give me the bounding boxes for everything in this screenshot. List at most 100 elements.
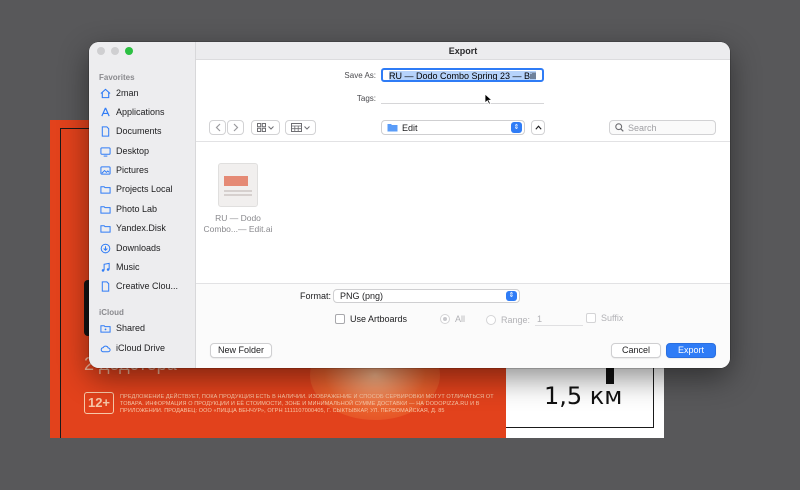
range-radio[interactable] bbox=[486, 315, 496, 325]
sidebar-item-label: Desktop bbox=[116, 146, 150, 156]
favorites-header: Favorites bbox=[99, 73, 135, 82]
document-icon bbox=[101, 280, 110, 292]
all-radio[interactable] bbox=[440, 314, 450, 324]
desktop-icon bbox=[100, 146, 111, 157]
sidebar-item-label: Yandex.Disk bbox=[116, 223, 166, 233]
export-button[interactable]: Export bbox=[666, 343, 716, 358]
home-icon bbox=[100, 88, 111, 98]
forward-button[interactable] bbox=[227, 120, 244, 135]
sidebar-item-downloads[interactable]: Downloads bbox=[100, 240, 161, 256]
sidebar-item-yandex-disk[interactable]: Yandex.Disk bbox=[100, 220, 166, 236]
sidebar-item-desktop[interactable]: Desktop bbox=[100, 143, 149, 159]
mouse-cursor-icon bbox=[484, 93, 493, 105]
sidebar-item-label: iCloud Drive bbox=[116, 343, 166, 353]
sidebar-item-label: 2man bbox=[116, 88, 139, 98]
tags-label: Tags: bbox=[356, 94, 376, 103]
suffix-option[interactable]: Suffix bbox=[586, 313, 623, 323]
sidebar-item-shared[interactable]: Shared bbox=[100, 320, 145, 336]
sidebar-item-label: Projects Local bbox=[116, 184, 173, 194]
sidebar-item-icloud-drive[interactable]: iCloud Drive bbox=[100, 340, 165, 356]
save-as-value: RU — Dodo Combo Spring 23 — Bill bbox=[389, 71, 537, 81]
suffix-checkbox[interactable] bbox=[586, 313, 596, 323]
export-dialog: Favorites 2man Applications Documents De… bbox=[89, 42, 730, 368]
format-select[interactable]: PNG (png) ⇕ bbox=[333, 289, 520, 303]
search-icon bbox=[615, 123, 624, 132]
sidebar-item-projects-local[interactable]: Projects Local bbox=[100, 181, 173, 197]
sidebar-item-photo-lab[interactable]: Photo Lab bbox=[100, 201, 157, 217]
chevron-right-icon bbox=[233, 123, 238, 132]
format-label: Format: bbox=[300, 291, 332, 301]
pictures-icon bbox=[100, 165, 111, 175]
sidebar-item-label: Documents bbox=[116, 126, 162, 136]
location-value: Edit bbox=[402, 122, 418, 133]
all-option[interactable]: All bbox=[440, 314, 465, 324]
artwork-distance-text: 1,5 км bbox=[544, 382, 623, 410]
file-name: RU — Dodo Combo...— Edit.ai bbox=[203, 213, 273, 234]
chevron-left-icon bbox=[215, 123, 220, 132]
sidebar-item-label: Creative Clou... bbox=[116, 281, 179, 291]
file-browser: RU — Dodo Combo...— Edit.ai bbox=[196, 143, 730, 283]
back-button[interactable] bbox=[209, 120, 226, 135]
file-item[interactable]: RU — Dodo Combo...— Edit.ai bbox=[198, 163, 278, 235]
sidebar: Favorites 2man Applications Documents De… bbox=[89, 42, 196, 368]
sidebar-item-pictures[interactable]: Pictures bbox=[100, 162, 149, 178]
minimize-button[interactable] bbox=[111, 47, 119, 55]
sidebar-item-label: Photo Lab bbox=[116, 204, 158, 214]
sidebar-item-label: Downloads bbox=[116, 243, 161, 253]
sidebar-item-label: Music bbox=[116, 262, 140, 272]
applications-icon bbox=[101, 107, 110, 116]
sidebar-item-applications[interactable]: Applications bbox=[100, 104, 165, 120]
zoom-button[interactable] bbox=[125, 47, 133, 55]
chevron-up-icon bbox=[534, 125, 542, 130]
chevron-down-icon bbox=[268, 125, 274, 130]
group-mode-button[interactable] bbox=[285, 120, 316, 135]
range-label: Range: bbox=[501, 315, 531, 325]
age-rating-badge: 12+ bbox=[84, 392, 114, 414]
sidebar-item-label: Applications bbox=[116, 107, 165, 117]
dialog-main: Save As: RU — Dodo Combo Spring 23 — Bil… bbox=[196, 60, 730, 368]
sidebar-item-documents[interactable]: Documents bbox=[100, 123, 162, 139]
expand-collapse-button[interactable] bbox=[531, 120, 545, 135]
sidebar-item-label: Shared bbox=[116, 323, 146, 333]
icon-view-icon bbox=[257, 123, 266, 132]
chevron-down-icon bbox=[304, 125, 310, 130]
folder-icon bbox=[100, 185, 111, 194]
save-as-label: Save As: bbox=[344, 71, 376, 80]
view-mode-button[interactable] bbox=[251, 120, 280, 135]
dialog-title: Export bbox=[196, 42, 730, 60]
location-select[interactable]: Edit ⇕ bbox=[381, 120, 525, 135]
updown-arrows-icon: ⇕ bbox=[506, 291, 517, 301]
folder-icon bbox=[100, 224, 111, 233]
cloud-icon bbox=[100, 345, 111, 352]
downloads-icon bbox=[100, 243, 111, 253]
sidebar-item-creative-cloud[interactable]: Creative Clou... bbox=[100, 278, 178, 294]
use-artboards-option[interactable]: Use Artboards bbox=[335, 314, 407, 324]
search-field[interactable]: Search bbox=[609, 120, 716, 135]
sidebar-item-label: Pictures bbox=[116, 165, 149, 175]
folder-icon bbox=[100, 205, 111, 214]
close-button[interactable] bbox=[97, 47, 105, 55]
group-grid-icon bbox=[291, 123, 302, 132]
export-options: Format: PNG (png) ⇕ Use Artboards All Ra… bbox=[196, 283, 730, 368]
artwork-disclaimer: ПРЕДЛОЖЕНИЕ ДЕЙСТВУЕТ, ПОКА ПРОДУКЦИЯ ЕС… bbox=[120, 394, 494, 414]
cancel-button[interactable]: Cancel bbox=[611, 343, 661, 358]
tags-input[interactable] bbox=[381, 90, 544, 104]
range-option[interactable]: Range: 1 bbox=[486, 314, 584, 326]
use-artboards-checkbox[interactable] bbox=[335, 314, 345, 324]
search-placeholder: Search bbox=[628, 122, 657, 133]
format-value: PNG (png) bbox=[340, 291, 384, 301]
save-as-input[interactable]: RU — Dodo Combo Spring 23 — Bill bbox=[381, 68, 544, 82]
range-input[interactable]: 1 bbox=[535, 314, 584, 326]
use-artboards-label: Use Artboards bbox=[350, 314, 408, 324]
sidebar-item-music[interactable]: Music bbox=[100, 259, 140, 275]
new-folder-button[interactable]: New Folder bbox=[210, 343, 272, 358]
icloud-header: iCloud bbox=[99, 308, 124, 317]
document-icon bbox=[101, 125, 110, 137]
updown-arrows-icon: ⇕ bbox=[511, 122, 522, 133]
browser-toolbar: Edit ⇕ Search bbox=[196, 112, 730, 142]
sidebar-item-2man[interactable]: 2man bbox=[100, 85, 139, 101]
music-icon bbox=[101, 262, 110, 272]
folder-icon bbox=[387, 124, 398, 132]
shared-folder-icon bbox=[100, 324, 111, 333]
ai-file-thumbnail bbox=[218, 163, 258, 207]
